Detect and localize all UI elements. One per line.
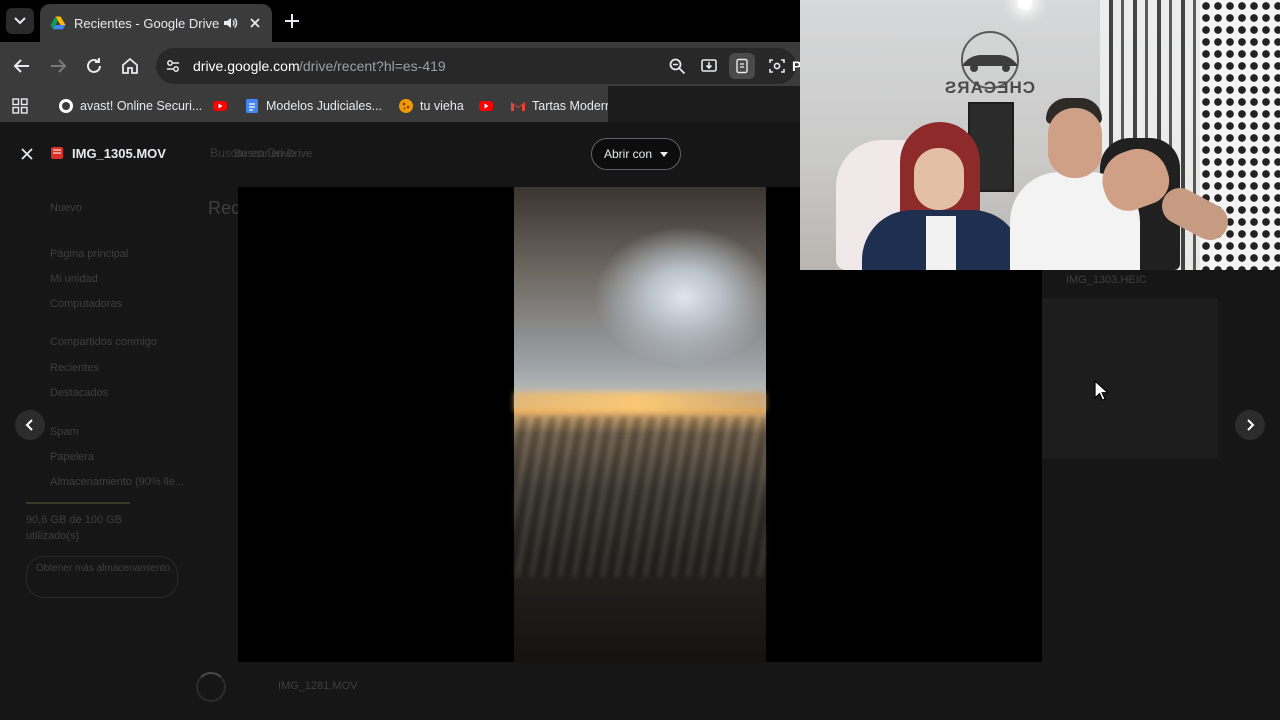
mouse-pointer-icon — [1094, 380, 1108, 401]
drive-nav-item: Computadoras — [50, 298, 123, 310]
drive-storage-sub: utilizado(s) — [26, 530, 80, 542]
url-host: drive.google.com — [193, 58, 300, 74]
video-frame-image — [514, 187, 766, 662]
drive-nav-item: Almacenamiento (90% lle... — [50, 476, 184, 488]
avast-icon — [59, 99, 73, 113]
wall-logo-text: CHECARS — [943, 78, 1035, 97]
reading-mode-button[interactable] — [729, 53, 755, 79]
chevron-down-icon — [14, 17, 26, 25]
chevron-left-icon — [25, 419, 33, 431]
home-icon[interactable] — [120, 56, 140, 76]
bookmark-label: Tartas Modern — [532, 99, 612, 113]
browser-tab-active[interactable]: Recientes - Google Drive — [40, 4, 272, 42]
bookmark-youtube-2[interactable] — [478, 97, 500, 115]
bookmark-tartas-modern[interactable]: Tartas Modern — [510, 97, 612, 115]
bookmark-label: avast! Online Securi... — [80, 99, 203, 113]
previous-file-button[interactable] — [15, 410, 45, 440]
drive-right-file: IMG_1303.HEIC — [1066, 274, 1147, 286]
bookmark-label: Modelos Judiciales... — [266, 99, 383, 113]
drive-nav-item: Recientes — [50, 362, 99, 374]
youtube-icon — [479, 101, 493, 111]
drive-nav-item: Spam — [50, 426, 79, 438]
new-tab-icon[interactable] — [282, 11, 302, 31]
drive-bottom-file: IMG_1281.MOV — [278, 680, 358, 692]
drive-nav-item: Destacados — [50, 387, 109, 399]
next-file-button[interactable] — [1235, 410, 1265, 440]
chevron-right-icon — [1247, 419, 1255, 431]
bookmark-avast[interactable]: avast! Online Securi... — [58, 97, 202, 115]
google-drive-icon — [50, 16, 66, 30]
tab-title: Recientes - Google Drive — [74, 15, 220, 31]
close-tab-icon[interactable] — [248, 16, 262, 30]
reload-icon[interactable] — [84, 56, 104, 76]
video-file-icon — [51, 147, 63, 159]
drive-nav-item: Papelera — [50, 451, 95, 463]
youtube-icon — [213, 101, 227, 111]
bookmark-label: tu vieha — [420, 99, 464, 113]
gmail-icon — [511, 102, 525, 111]
back-arrow-icon[interactable] — [12, 56, 32, 76]
preview-file-name: IMG_1305.MOV — [72, 146, 166, 161]
install-app-icon[interactable] — [700, 57, 718, 75]
drive-nav-item: Compartidos conmigo — [50, 336, 157, 348]
bookmark-modelos-judiciales[interactable]: Modelos Judiciales... — [244, 97, 382, 115]
cookie-icon — [399, 99, 413, 113]
ceiling-light — [1018, 0, 1032, 10]
streamer-right — [1010, 98, 1235, 270]
caret-down-icon — [660, 151, 669, 157]
document-icon — [736, 58, 748, 74]
zoom-icon[interactable] — [668, 57, 686, 75]
forward-arrow-icon[interactable] — [48, 56, 68, 76]
apps-grid-icon[interactable] — [12, 98, 28, 114]
bookmark-youtube-1[interactable] — [212, 97, 234, 115]
close-preview-button[interactable] — [16, 143, 38, 165]
drive-nav-item: Página principal — [50, 248, 129, 260]
streamer-left — [862, 118, 1022, 270]
loading-spinner-icon — [196, 672, 226, 702]
drive-nav-item: Mi unidad — [50, 273, 98, 285]
get-storage-button: Obtener más almacenamiento — [26, 556, 178, 598]
open-with-label: Abrir con — [604, 147, 653, 161]
tab-search-button[interactable] — [6, 8, 34, 34]
open-with-button[interactable]: Abrir con — [591, 138, 682, 170]
webcam-overlay: CHECARS — [800, 0, 1280, 270]
speaker-icon[interactable] — [222, 15, 238, 31]
close-icon — [21, 148, 33, 160]
lens-icon[interactable] — [768, 57, 786, 75]
address-bar[interactable]: drive.google.com /drive/recent?hl=es-419… — [156, 48, 801, 84]
drive-new-button: Nuevo — [50, 202, 82, 214]
drive-storage-text: 90,6 GB de 100 GB — [26, 514, 123, 526]
bookmark-tu-vieha[interactable]: tu vieha — [398, 97, 464, 115]
drive-right-thumbnail — [1042, 298, 1218, 458]
drive-search-faint: Buscar en Drive — [210, 146, 296, 160]
url-path: /drive/recent?hl=es-419 — [299, 58, 446, 74]
storage-bar — [26, 502, 130, 504]
docs-icon — [246, 99, 258, 113]
site-info-icon[interactable] — [165, 58, 181, 74]
